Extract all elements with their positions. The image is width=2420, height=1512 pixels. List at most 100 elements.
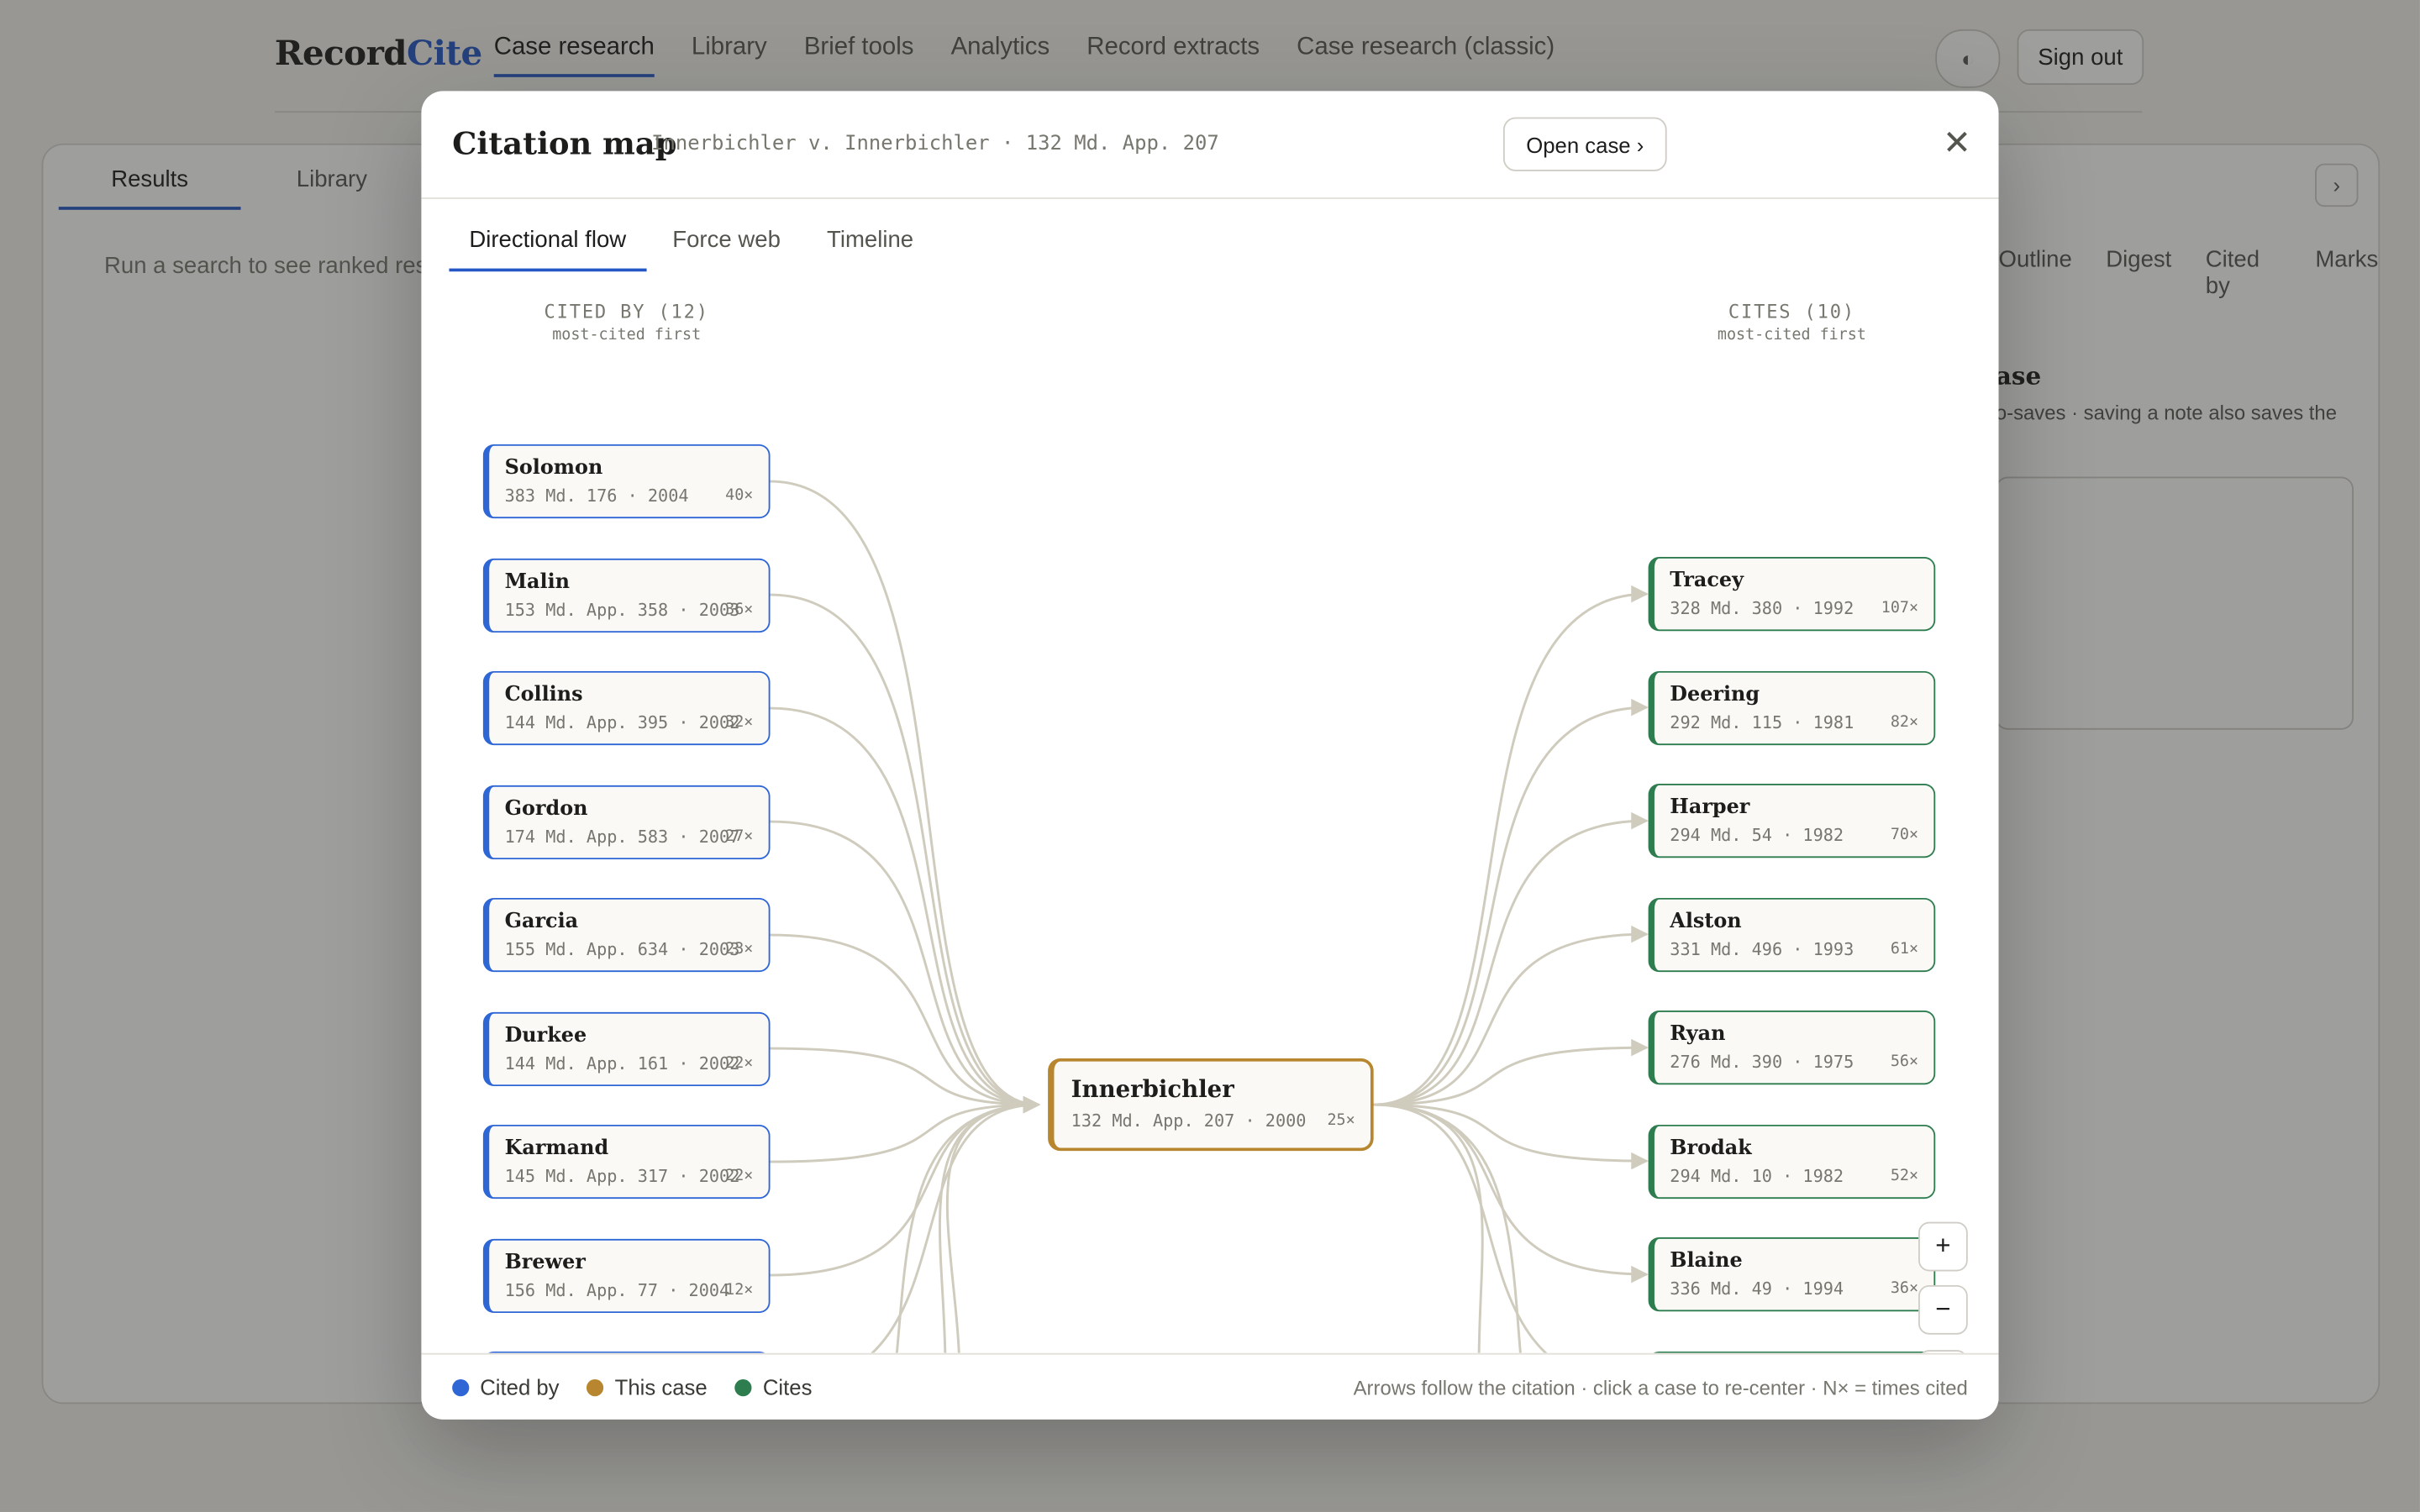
cited-by-column-header: CITED BY (12) most-cited first	[483, 301, 771, 344]
times-cited: 32×	[725, 714, 754, 732]
legend-dot-icon	[452, 1378, 470, 1396]
case-name: Garcia	[504, 910, 579, 934]
case-citation: 132 Md. App. 207 · 2000	[1071, 1110, 1307, 1131]
legend-item-cited-by: Cited by	[452, 1374, 560, 1399]
case-citation: 276 Md. 390 · 1975	[1670, 1052, 1854, 1073]
times-cited: 56×	[1890, 1053, 1919, 1071]
center-case-node[interactable]: Innerbichler 132 Md. App. 207 · 2000 25×	[1048, 1058, 1374, 1152]
legend-item-cites: Cites	[734, 1374, 812, 1399]
edge-cited-by	[895, 1095, 1041, 1353]
cites-node-tracey[interactable]: Tracey 328 Md. 380 · 1992 107×	[1648, 557, 1936, 632]
close-icon[interactable]: ✕	[1940, 126, 1974, 161]
edge-cited-by	[770, 933, 1041, 1114]
case-citation: 145 Md. App. 317 · 2002	[504, 1166, 740, 1187]
case-name: Alston	[1670, 909, 1742, 933]
case-citation: 294 Md. 10 · 1982	[1670, 1165, 1844, 1186]
citation-graph-canvas[interactable]: CITED BY (12) most-cited first CITES (10…	[421, 291, 1999, 1353]
times-cited: 36×	[1890, 1280, 1919, 1298]
legend-dot-icon	[734, 1378, 752, 1396]
case-citation: 294 Md. 54 · 1982	[1670, 825, 1844, 846]
times-cited: 52×	[1890, 1167, 1919, 1184]
cited_by-node-gordon[interactable]: Gordon 174 Md. App. 583 · 2007 27×	[482, 784, 771, 859]
edge-cited-by	[770, 593, 1041, 1114]
zoom-in-button[interactable]: +	[1918, 1221, 1968, 1272]
case-citation: 328 Md. 380 · 1992	[1670, 598, 1854, 619]
legend-dot-icon	[587, 1378, 604, 1396]
times-cited: 25×	[1327, 1112, 1355, 1130]
cited_by-node-durkee[interactable]: Durkee 144 Md. App. 161 · 2002 22×	[482, 1011, 771, 1086]
cites-node-brodak[interactable]: Brodak 294 Md. 10 · 1982 52×	[1648, 1124, 1936, 1199]
case-name: Ryan	[1670, 1022, 1726, 1047]
edge-cites	[1373, 811, 1649, 1106]
cites-heading: CITES (10)	[1728, 301, 1855, 323]
times-cited: 70×	[1890, 827, 1919, 844]
edge-cited-by	[945, 1095, 1041, 1353]
cites-column-header: CITES (10) most-cited first	[1649, 301, 1936, 344]
case-citation: 331 Md. 496 · 1993	[1670, 938, 1854, 959]
case-name: Gordon	[504, 796, 588, 821]
case-name: Karmand	[504, 1137, 609, 1161]
modal-title: Citation map	[452, 124, 677, 162]
cites-node-blaine[interactable]: Blaine 336 Md. 49 · 1994 36×	[1648, 1237, 1936, 1312]
open-case-button[interactable]: Open case ›	[1502, 117, 1667, 171]
cited_by-node-solomon[interactable]: Solomon 383 Md. 176 · 2004 40×	[482, 444, 771, 519]
times-cited: 27×	[725, 827, 754, 845]
case-name: Durkee	[504, 1023, 587, 1047]
case-citation: 156 Md. App. 77 · 2004	[504, 1279, 730, 1300]
citation-map-modal: Citation map Innerbichler v. Innerbichle…	[421, 91, 1999, 1420]
case-citation: 144 Md. App. 161 · 2002	[504, 1053, 740, 1074]
zoom-out-button[interactable]: −	[1918, 1284, 1968, 1335]
tab-force-web[interactable]: Force web	[652, 218, 800, 269]
case-name: Brewer	[504, 1250, 586, 1274]
stage: RecordCite Case research Library Brief t…	[0, 0, 2420, 1512]
case-name: Deering	[1670, 682, 1760, 706]
case-name: Collins	[504, 683, 583, 707]
cited_by-node-garcia[interactable]: Garcia 155 Md. App. 634 · 2003 23×	[482, 897, 771, 973]
case-name: Tracey	[1670, 569, 1744, 593]
times-cited: 40×	[725, 487, 754, 505]
times-cited: 23×	[725, 941, 754, 958]
times-cited: 82×	[1890, 713, 1919, 731]
cited_by-node-collins[interactable]: Collins 144 Md. App. 395 · 2002 32×	[482, 670, 771, 746]
case-citation: 144 Md. App. 395 · 2002	[504, 712, 740, 733]
case-name: Blaine	[1670, 1249, 1743, 1273]
modal-header: Citation map Innerbichler v. Innerbichle…	[421, 91, 1999, 199]
times-cited: 107×	[1881, 600, 1919, 617]
tab-directional-flow[interactable]: Directional flow	[449, 218, 647, 272]
cited_by-node-malin[interactable]: Malin 153 Md. App. 358 · 2003 36×	[482, 557, 771, 633]
case-name: Innerbichler	[1071, 1075, 1234, 1104]
cites-node-alston[interactable]: Alston 331 Md. 496 · 1993 61×	[1648, 897, 1936, 972]
map-view-tabs: Directional flow Force web Timeline	[449, 218, 939, 272]
cited-by-heading: CITED BY (12)	[544, 301, 709, 323]
legend-item-this-case: This case	[587, 1374, 708, 1399]
cites-sort-note: most-cited first	[1717, 327, 1866, 344]
cited_by-node-karmand[interactable]: Karmand 145 Md. App. 317 · 2002 22×	[482, 1124, 771, 1200]
cites-node-deering[interactable]: Deering 292 Md. 115 · 1981 82×	[1648, 670, 1936, 745]
legend: Cited by This case Cites	[452, 1374, 812, 1399]
edge-cites	[1373, 698, 1649, 1106]
cited-by-sort-note: most-cited first	[552, 327, 702, 344]
edge-cited-by	[770, 1095, 1041, 1277]
cites-node-ryan[interactable]: Ryan 276 Md. 390 · 1975 56×	[1648, 1011, 1936, 1085]
case-name: Malin	[504, 570, 571, 594]
tab-timeline[interactable]: Timeline	[807, 218, 934, 269]
times-cited: 36×	[725, 601, 754, 618]
case-citation: 174 Md. App. 583 · 2007	[504, 826, 740, 847]
edge-cited-by	[770, 820, 1041, 1114]
cites-node-harper[interactable]: Harper 294 Md. 54 · 1982 70×	[1648, 784, 1936, 858]
cited_by-node-brewer[interactable]: Brewer 156 Md. App. 77 · 2004 12×	[482, 1237, 771, 1313]
case-citation: 155 Md. App. 634 · 2003	[504, 939, 740, 960]
case-citation: 292 Md. 115 · 1981	[1670, 711, 1854, 732]
times-cited: 12×	[725, 1281, 754, 1299]
case-name: Harper	[1670, 795, 1750, 820]
case-citation: 153 Md. App. 358 · 2003	[504, 599, 740, 620]
case-name: Solomon	[504, 456, 603, 480]
modal-case-subtitle: Innerbichler v. Innerbichler · 132 Md. A…	[651, 132, 1219, 156]
case-citation: 336 Md. 49 · 1994	[1670, 1278, 1844, 1299]
times-cited: 61×	[1890, 940, 1919, 958]
edge-cites	[1373, 585, 1649, 1106]
times-cited: 22×	[725, 1168, 754, 1185]
case-citation: 383 Md. 176 · 2004	[504, 486, 689, 507]
edge-cited-by	[770, 480, 1041, 1114]
case-name: Brodak	[1670, 1136, 1752, 1160]
